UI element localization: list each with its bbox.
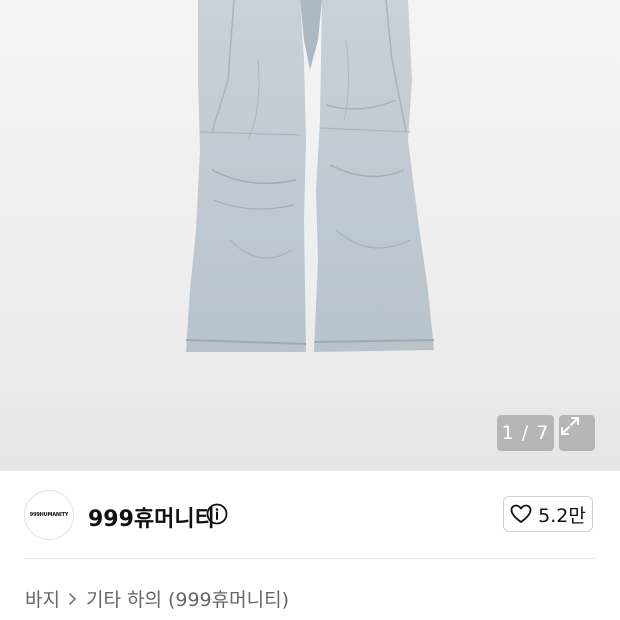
info-icon[interactable] [206, 503, 228, 525]
seller-avatar[interactable]: 999HUMANITY [24, 490, 74, 540]
like-button[interactable]: 5.2만 [503, 496, 593, 532]
section-divider [24, 558, 596, 559]
product-photo-pants [185, 0, 435, 352]
expand-button[interactable] [559, 415, 595, 451]
breadcrumb: 바지 기타 하의 (999휴머니티) [25, 585, 289, 612]
avatar-logo-text: 999HUMANITY [29, 512, 69, 518]
breadcrumb-category[interactable]: 바지 [25, 585, 60, 612]
seller-name[interactable]: 999휴머니티 [88, 501, 215, 533]
heart-icon [510, 504, 532, 523]
expand-icon [561, 417, 579, 435]
breadcrumb-subcategory[interactable]: 기타 하의 (999휴머니티) [86, 585, 289, 612]
chevron-right-icon [69, 592, 76, 605]
seller-section: 999HUMANITY 999휴머니티 5.2만 [0, 471, 620, 559]
like-count: 5.2만 [538, 504, 586, 527]
image-counter: 1 / 7 [497, 415, 554, 451]
product-image-viewer[interactable]: 1 / 7 [0, 0, 620, 471]
